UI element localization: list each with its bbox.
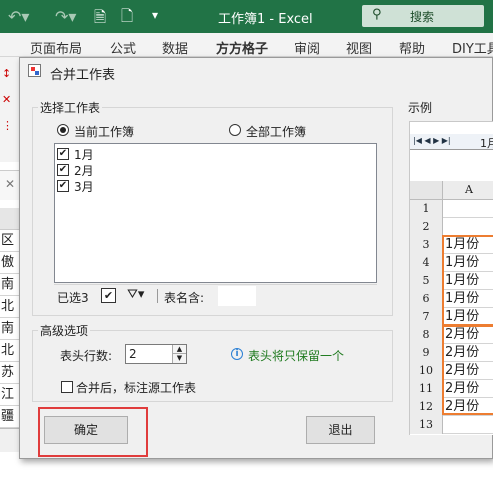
example-row-number: 1 bbox=[410, 200, 443, 218]
ok-button-highlight bbox=[38, 407, 148, 457]
tab-page-layout[interactable]: 页面布局 bbox=[30, 38, 82, 57]
tab-data[interactable]: 数据 bbox=[162, 38, 188, 57]
sheet-name-filter-input[interactable] bbox=[218, 286, 256, 306]
example-row-number: 8 bbox=[410, 326, 443, 344]
selected-count: 已选3 bbox=[57, 291, 89, 305]
merge-sheets-dialog: 合并工作表 选择工作表 当前工作簿 全部工作簿 ✔ 1月 ✔ 2月 ✔ 3月 已… bbox=[19, 57, 493, 459]
tab-formulas[interactable]: 公式 bbox=[110, 38, 136, 57]
example-row-number: 7 bbox=[410, 308, 443, 326]
example-row: 2 bbox=[410, 218, 493, 236]
example-row-number: 3 bbox=[410, 236, 443, 254]
sheet-cell[interactable]: 苏 bbox=[0, 362, 20, 384]
new-document-icon[interactable]: 🗋 bbox=[121, 6, 133, 31]
select-sheets-group-label: 选择工作表 bbox=[38, 99, 103, 116]
example-row-number: 11 bbox=[410, 380, 443, 398]
ribbon-tab-bar: 页面布局 公式 数据 方方格子 审阅 视图 帮助 DIY工具 bbox=[0, 33, 493, 57]
example-corner bbox=[410, 181, 443, 200]
sheet-list[interactable]: ✔ 1月 ✔ 2月 ✔ 3月 bbox=[54, 143, 377, 283]
example-row-number: 2 bbox=[410, 218, 443, 236]
dialog-title: 合并工作表 bbox=[50, 68, 116, 83]
undo-icon[interactable]: ↶▾ bbox=[8, 7, 29, 26]
radio-current-workbook-label[interactable]: 当前工作簿 bbox=[74, 123, 134, 140]
list-item[interactable]: ✔ 2月 bbox=[57, 162, 117, 178]
advanced-options-group-label: 高级选项 bbox=[38, 322, 91, 339]
example-sheet-tab: 1月 bbox=[480, 137, 493, 150]
sheet-checkbox[interactable]: ✔ bbox=[57, 148, 69, 160]
search-icon: ⚲ bbox=[372, 7, 382, 22]
example-row-number: 12 bbox=[410, 398, 443, 416]
example-row-number: 9 bbox=[410, 344, 443, 362]
sheet-cells-column: 区傲南北南北苏江疆 bbox=[0, 230, 20, 430]
search-box[interactable]: ⚲ 搜索 bbox=[362, 5, 484, 27]
delete-rows-icon[interactable]: ✕ bbox=[2, 93, 11, 106]
annotate-source-label[interactable]: 合并后，标注源工作表 bbox=[76, 379, 196, 396]
radio-all-workbooks-label[interactable]: 全部工作簿 bbox=[246, 123, 306, 140]
example-preview: |◀ ◀ ▶ ▶| 1月 A 1231月份41月份51月份61月份71月份82月… bbox=[409, 121, 493, 435]
tab-help[interactable]: 帮助 bbox=[399, 38, 425, 57]
tab-review[interactable]: 审阅 bbox=[294, 38, 320, 57]
list-item[interactable]: ✔ 1月 bbox=[57, 146, 117, 162]
radio-current-workbook[interactable] bbox=[57, 124, 69, 136]
list-toolbar: 已选3 ✔ ⛛▾ 表名含: bbox=[54, 284, 377, 306]
radio-all-workbooks[interactable] bbox=[229, 124, 241, 136]
formula-bar-strip: ✕ bbox=[0, 170, 20, 200]
toolbar-separator bbox=[157, 289, 158, 303]
sheet-label: 1月 bbox=[74, 148, 94, 162]
sheet-checkbox[interactable]: ✔ bbox=[57, 180, 69, 192]
sheet-cell[interactable]: 疆 bbox=[0, 406, 20, 428]
tab-fangfang[interactable]: 方方格子 bbox=[216, 38, 268, 57]
tab-diy-tools[interactable]: DIY工具 bbox=[452, 38, 493, 57]
example-row-number: 10 bbox=[410, 362, 443, 380]
redo-icon[interactable]: ↷▾ bbox=[55, 7, 76, 26]
annotate-source-checkbox[interactable] bbox=[61, 381, 73, 393]
sheet-label: 3月 bbox=[74, 180, 94, 194]
header-rows-value[interactable]: 2 bbox=[129, 347, 137, 361]
column-tools-icon[interactable]: ⋮ bbox=[2, 119, 13, 132]
example-row-number: 13 bbox=[410, 416, 443, 434]
stepper-down-icon[interactable]: ▼ bbox=[172, 354, 186, 363]
info-icon: i bbox=[231, 348, 243, 360]
sheet-cell[interactable]: 北 bbox=[0, 296, 20, 318]
example-group-label: 示例 bbox=[408, 101, 433, 115]
example-highlight-jan bbox=[442, 235, 493, 326]
search-label: 搜索 bbox=[410, 10, 435, 24]
select-all-toggle-icon[interactable]: ✔ bbox=[101, 288, 116, 303]
excel-title-bar: ↶▾ ↷▾ 🗎 🗋 ▾ 工作簿1 - Excel ⚲ 搜索 bbox=[0, 0, 493, 33]
example-row-number: 5 bbox=[410, 272, 443, 290]
filter-icon[interactable]: ⛛▾ bbox=[127, 287, 144, 302]
example-row-number: 4 bbox=[410, 254, 443, 272]
column-header-strip bbox=[0, 208, 20, 230]
paste-format-icon[interactable]: 🗎 bbox=[94, 7, 106, 32]
example-row: 1 bbox=[410, 200, 493, 218]
sheet-cell[interactable]: 傲 bbox=[0, 252, 20, 274]
sheet-cell[interactable]: 北 bbox=[0, 340, 20, 362]
example-sheet-tab-bar: |◀ ◀ ▶ ▶| 1月 bbox=[410, 134, 493, 150]
sheet-cell[interactable]: 南 bbox=[0, 318, 20, 340]
sheet-name-filter-label: 表名含: bbox=[164, 291, 205, 305]
sheet-label: 2月 bbox=[74, 164, 94, 178]
example-highlight-feb bbox=[442, 325, 493, 415]
dialog-app-icon bbox=[28, 64, 41, 77]
example-row-number: 6 bbox=[410, 290, 443, 308]
stepper-up-icon[interactable]: ▲ bbox=[172, 345, 186, 354]
header-rows-label: 表头行数: bbox=[60, 349, 113, 363]
exit-button[interactable]: 退出 bbox=[306, 416, 375, 444]
sheet-cell[interactable]: 区 bbox=[0, 230, 20, 252]
header-hint: 表头将只保留一个 bbox=[248, 349, 345, 363]
insert-rows-icon[interactable]: ↕ bbox=[2, 67, 11, 80]
close-icon[interactable]: ✕ bbox=[5, 177, 15, 191]
quick-access-dropdown-icon[interactable]: ▾ bbox=[152, 8, 158, 22]
window-title: 工作簿1 - Excel bbox=[218, 12, 313, 27]
list-item[interactable]: ✔ 3月 bbox=[57, 178, 117, 194]
example-row: 13 bbox=[410, 416, 493, 434]
sheet-tab-strip bbox=[0, 428, 20, 452]
header-rows-stepper[interactable]: 2 ▲ ▼ bbox=[125, 344, 187, 364]
tab-view[interactable]: 视图 bbox=[346, 38, 372, 57]
sheet-cell[interactable]: 南 bbox=[0, 274, 20, 296]
sheet-cell[interactable]: 江 bbox=[0, 384, 20, 406]
example-col-header: A bbox=[443, 181, 493, 200]
sheet-nav-first-icon: |◀ ◀ ▶ ▶| bbox=[413, 136, 451, 145]
sheet-checkbox[interactable]: ✔ bbox=[57, 164, 69, 176]
